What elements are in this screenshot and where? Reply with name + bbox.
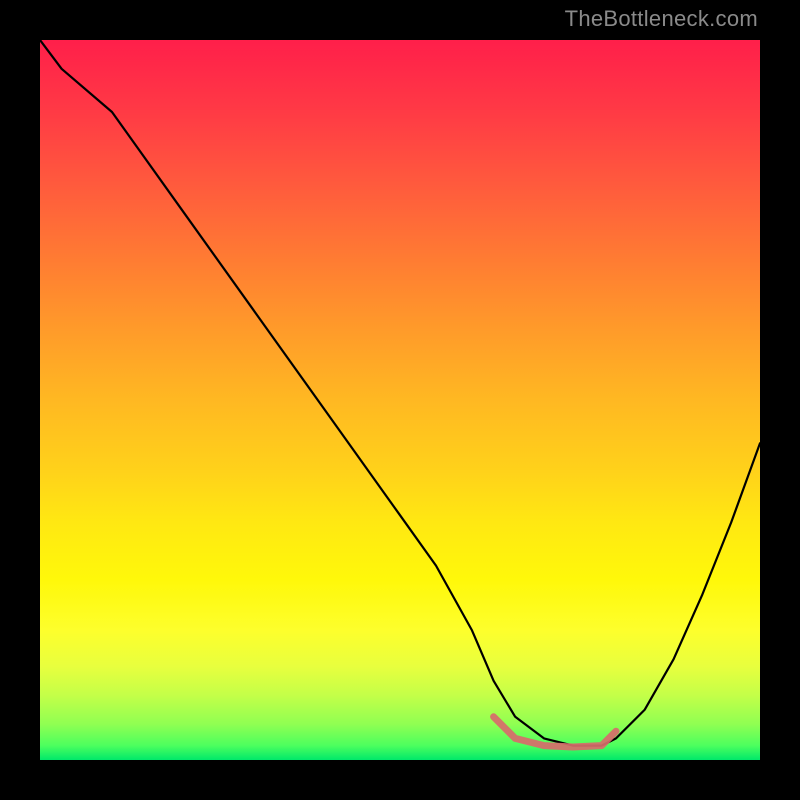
watermark-text: TheBottleneck.com xyxy=(565,6,758,32)
bottleneck-curve xyxy=(40,40,760,746)
plot-area xyxy=(40,40,760,760)
chart-frame: TheBottleneck.com xyxy=(0,0,800,800)
curve-layer xyxy=(40,40,760,760)
emphasis-segment xyxy=(494,717,616,747)
